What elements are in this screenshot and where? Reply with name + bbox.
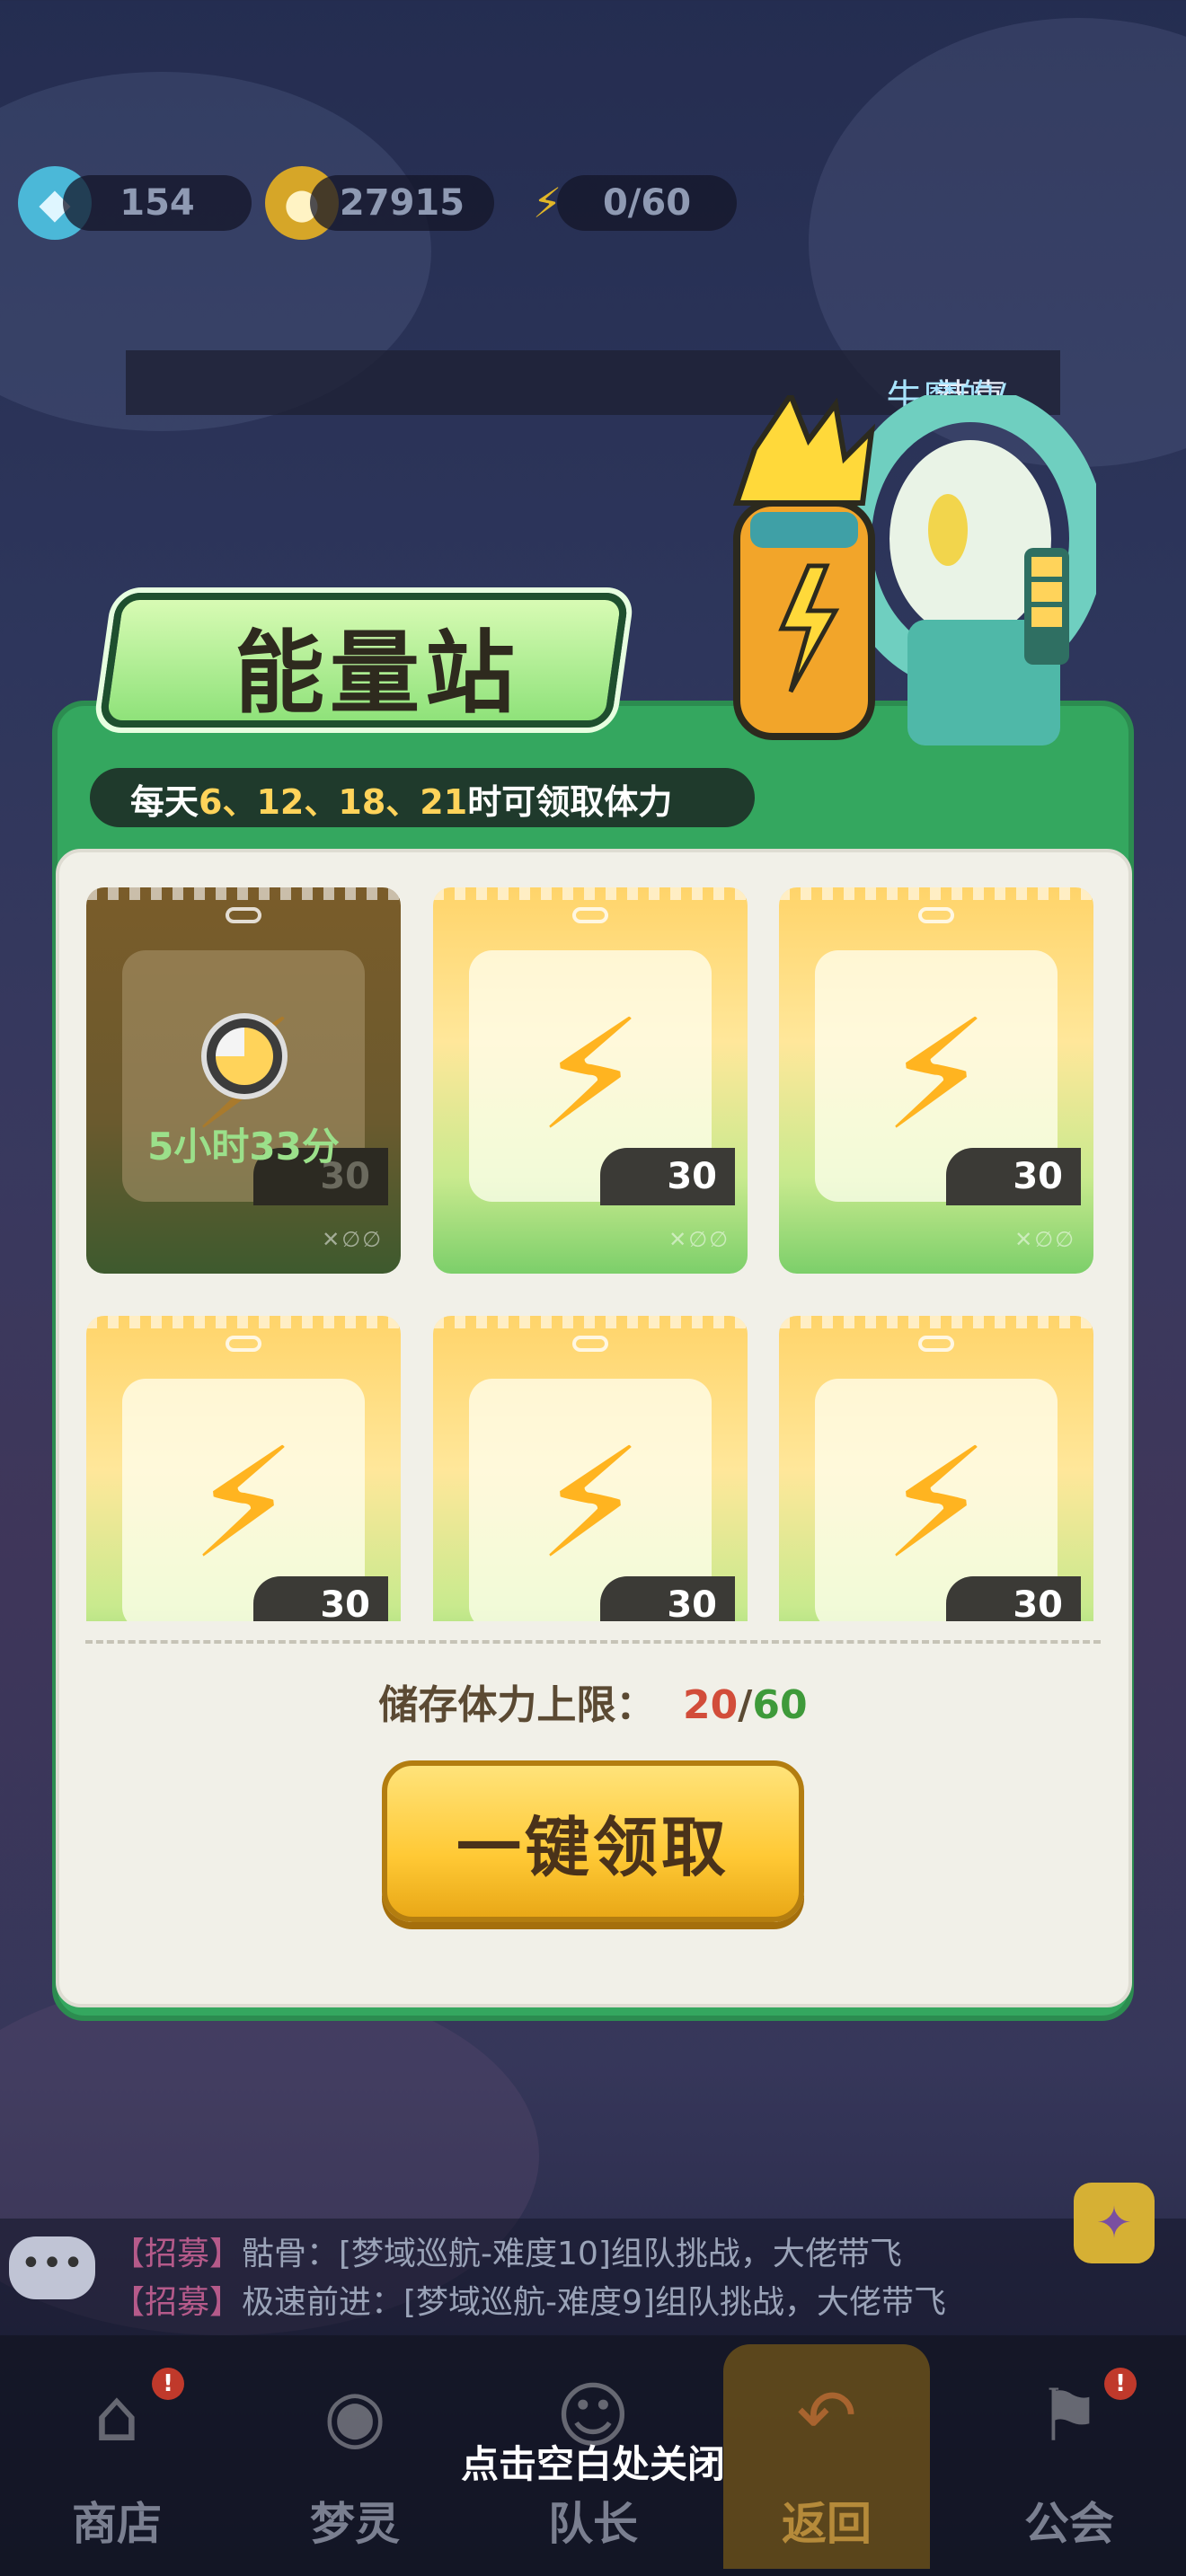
card-hook [918, 907, 954, 923]
card-deco: ✕∅∅ [668, 1227, 730, 1252]
nav-label: 商店 [72, 2498, 162, 2550]
energy-pack-card[interactable]: ⚡ 30 [86, 1316, 401, 1621]
notification-badge: ! [152, 2368, 184, 2400]
storage-limit: 储存体力上限： 20/60 [0, 1672, 1186, 1730]
panel-subtitle: 每天6、12、18、21时可领取体力 [130, 774, 672, 824]
subtitle-sep: 、 [304, 782, 339, 822]
subtitle-time: 21 [420, 782, 468, 822]
subtitle-time: 12 [256, 782, 305, 822]
lightning-icon: ⚡ [190, 1416, 297, 1593]
nav-label: 队长 [548, 2498, 638, 2550]
close-hint: 点击空白处关闭 [460, 2442, 725, 2486]
cooldown-timer: 5小时33分 [147, 1125, 340, 1169]
card-amount: 30 [946, 1148, 1081, 1205]
coin-counter: 27915 [310, 175, 494, 231]
card-amount: 30 [600, 1148, 735, 1205]
storage-current: 20 [683, 1682, 739, 1728]
lightning-icon: ⚡ [536, 987, 644, 1165]
card-hook [572, 907, 608, 923]
storage-label: 储存体力上限： [378, 1682, 656, 1728]
subtitle-sep: 、 [385, 782, 420, 822]
energy-pack-card[interactable]: ⚡ 30 ✕∅∅ [433, 887, 748, 1274]
energy-pack-card[interactable]: ⚡ 30 [433, 1316, 748, 1621]
chat-bubble-icon[interactable]: ••• [9, 2236, 95, 2299]
nav-label: 返回 [782, 2498, 872, 2550]
card-edge [779, 887, 1093, 900]
cards-scroll-area[interactable]: ⚡ 30 ⚡ 30 ⚡ 30 [56, 1307, 1132, 1621]
clock-icon [201, 1013, 288, 1099]
card-amount: 30 [946, 1576, 1081, 1621]
nav-label: 公会 [1024, 2498, 1114, 2550]
lightning-icon: ⚡ [882, 987, 990, 1165]
lightning-icon: ⚡ [882, 1416, 990, 1593]
chat-line: 【招募】极速前进：[梦域巡航-难度9]组队挑战，大佬带飞 [112, 2276, 946, 2323]
energy-pack-card[interactable]: ⚡ 30 5小时33分 ✕∅∅ [86, 887, 401, 1274]
chat-ticker[interactable]: 【招募】骷骨：[梦域巡航-难度10]组队挑战，大佬带飞 【招募】极速前进：[梦域… [0, 2219, 1186, 2335]
subtitle-suffix: 时可领取体力 [467, 782, 673, 822]
energy-pack-card[interactable]: ⚡ 30 [779, 1316, 1093, 1621]
card-edge [433, 1316, 748, 1328]
notification-badge: ! [1104, 2368, 1137, 2400]
chat-tag: 【招募】 [112, 2236, 243, 2272]
chat-tag: 【招募】 [112, 2284, 243, 2321]
energy-count: 0/60 [602, 182, 692, 224]
energy-machine-illustration [732, 395, 1096, 745]
subtitle-time: 6 [199, 782, 223, 822]
subtitle-prefix: 每天 [130, 782, 199, 822]
card-hook [226, 1336, 261, 1352]
chat-text: 极速前进：[梦域巡航-难度9]组队挑战，大佬带飞 [242, 2284, 947, 2321]
panel-title: 能量站 [235, 621, 520, 726]
gem-count: 154 [119, 182, 195, 224]
storage-max: 60 [752, 1682, 808, 1728]
event-icon[interactable]: ✦ [1074, 2183, 1155, 2263]
subtitle-time: 18 [338, 782, 386, 822]
section-divider [85, 1640, 1101, 1644]
claim-all-button[interactable]: 一键领取 [382, 1760, 804, 1922]
card-edge [433, 887, 748, 900]
energy-counter: 0/60 [557, 175, 737, 231]
card-edge [86, 1316, 401, 1328]
card-edge [86, 887, 401, 900]
subtitle-sep: 、 [222, 782, 257, 822]
chat-text: 骷骨：[梦域巡航-难度10]组队挑战，大佬带飞 [242, 2236, 902, 2272]
card-hook [918, 1336, 954, 1352]
chat-line: 【招募】骷骨：[梦域巡航-难度10]组队挑战，大佬带飞 [112, 2228, 902, 2274]
lightning-icon: ⚡ [536, 1416, 644, 1593]
card-deco: ✕∅∅ [322, 1227, 383, 1252]
card-edge [779, 1316, 1093, 1328]
energy-pack-card[interactable]: ⚡ 30 ✕∅∅ [779, 887, 1093, 1274]
gem-counter: 154 [63, 175, 252, 231]
card-deco: ✕∅∅ [1014, 1227, 1075, 1252]
card-amount: 30 [253, 1576, 388, 1621]
coin-count: 27915 [339, 182, 465, 224]
storage-separator: / [738, 1682, 753, 1728]
card-amount: 30 [600, 1576, 735, 1621]
nav-label: 梦灵 [310, 2498, 400, 2550]
card-hook [572, 1336, 608, 1352]
card-hook [226, 907, 261, 923]
